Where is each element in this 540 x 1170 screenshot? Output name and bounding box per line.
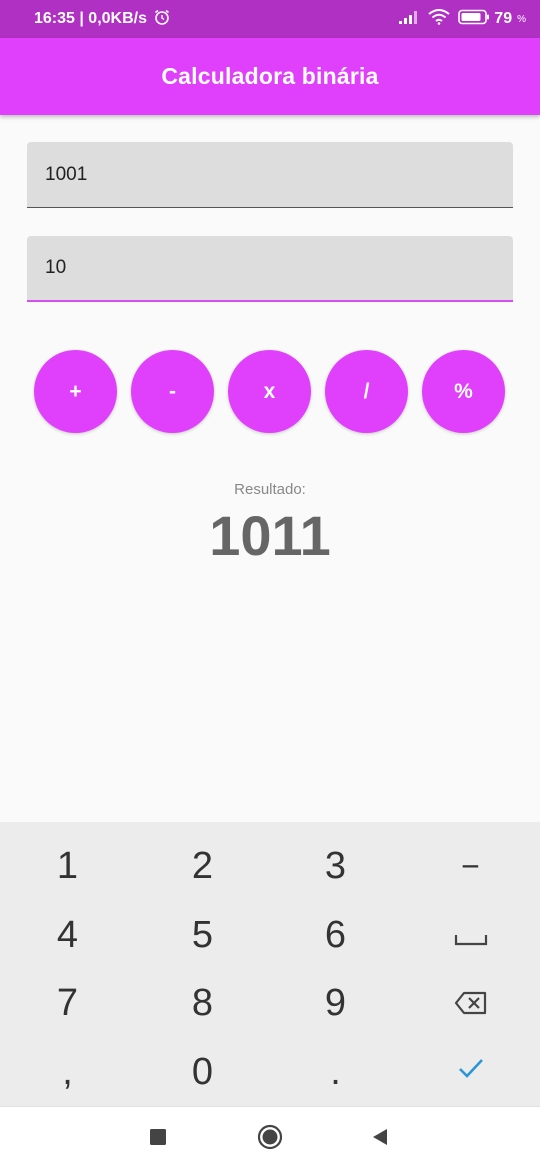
key-1[interactable]: 1 [0, 832, 135, 900]
multiply-button[interactable]: x [228, 350, 311, 433]
second-number-input[interactable] [45, 257, 495, 279]
key-6[interactable]: 6 [268, 901, 403, 969]
result-value: 1011 [209, 504, 331, 567]
home-button[interactable] [256, 1124, 284, 1155]
app-bar: Calculadora binária [0, 38, 540, 115]
key-5[interactable]: 5 [135, 901, 270, 969]
result-label: Resultado: [234, 481, 306, 498]
back-button[interactable] [366, 1125, 394, 1153]
recents-square-icon [149, 1128, 167, 1151]
key-3[interactable]: 3 [268, 832, 403, 900]
home-circle-icon [257, 1124, 283, 1155]
key-4[interactable]: 4 [0, 901, 135, 969]
modulo-button[interactable]: % [422, 350, 505, 433]
status-left: 16:35 | 0,0KB/s [34, 8, 171, 31]
first-number-input[interactable] [45, 163, 495, 186]
system-nav-bar [0, 1106, 540, 1170]
back-triangle-icon [370, 1127, 390, 1152]
key-9[interactable]: 9 [268, 969, 403, 1037]
key-done[interactable] [403, 1033, 538, 1101]
first-number-field[interactable] [27, 142, 513, 208]
signal-icon [398, 9, 420, 30]
battery-percent: 79 [494, 10, 513, 27]
wifi-icon [428, 8, 450, 30]
app-title: Calculadora binária [161, 63, 379, 89]
key-backspace[interactable] [403, 969, 538, 1037]
key-space[interactable] [403, 901, 538, 969]
recents-button[interactable] [144, 1125, 172, 1153]
battery: 79% [458, 9, 526, 30]
space-bar-icon [454, 914, 488, 957]
divide-button[interactable]: / [325, 350, 408, 433]
battery-icon [458, 9, 490, 30]
battery-unit: % [517, 13, 526, 25]
second-number-field[interactable] [27, 236, 513, 302]
numeric-keyboard: 1 2 3 − 4 5 6 7 8 9 , 0 . [0, 822, 540, 1106]
key-period[interactable]: . [268, 1038, 403, 1106]
status-right: 79% [398, 8, 526, 30]
alarm-clock-icon [153, 8, 171, 31]
key-8[interactable]: 8 [135, 969, 270, 1037]
operator-buttons: + - x / % [34, 350, 505, 433]
key-minus[interactable]: − [403, 832, 538, 900]
status-bar: 16:35 | 0,0KB/s 79 % [0, 0, 540, 38]
key-7[interactable]: 7 [0, 969, 135, 1037]
check-icon [457, 1046, 485, 1089]
subtract-button[interactable]: - [131, 350, 214, 433]
key-comma[interactable]: , [0, 1038, 135, 1106]
backspace-icon [454, 982, 488, 1025]
status-time-info: 16:35 | 0,0KB/s [34, 10, 147, 27]
add-button[interactable]: + [34, 350, 117, 433]
key-0[interactable]: 0 [135, 1038, 270, 1106]
key-2[interactable]: 2 [135, 832, 270, 900]
